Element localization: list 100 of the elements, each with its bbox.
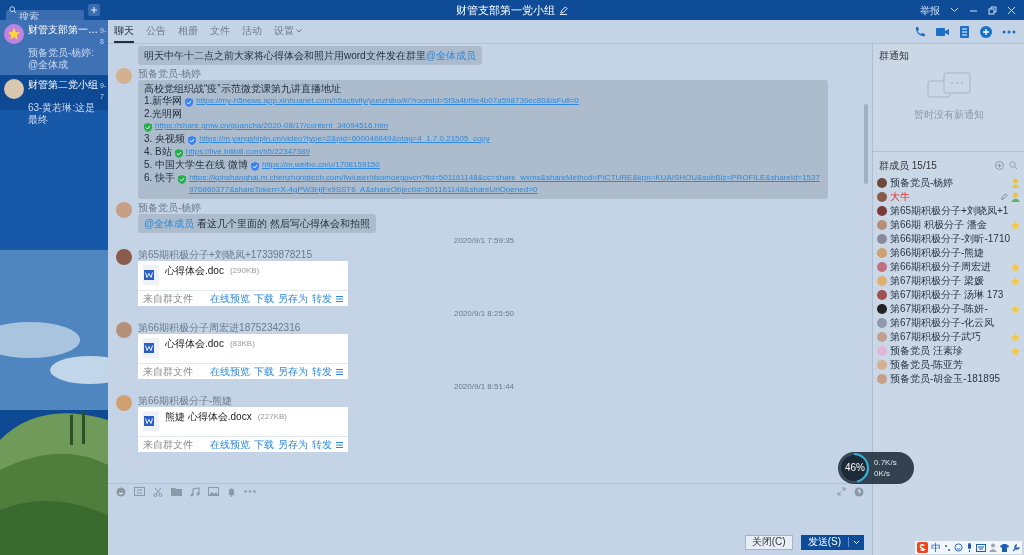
caret-icon[interactable] [853, 539, 860, 545]
member-item[interactable]: 第67期积极分子-陈妍- [877, 302, 1020, 316]
member-name: 第67期积极分子 汤琳 173 [890, 290, 1004, 300]
dropdown-icon[interactable] [950, 7, 959, 13]
file-action-link[interactable]: 另存为 [278, 291, 308, 306]
file-name: 心得体会.doc [165, 338, 224, 351]
plus-icon [90, 6, 98, 14]
member-item[interactable]: 预备党员-杨婷 [877, 176, 1020, 190]
image-icon[interactable] [208, 487, 219, 496]
person-icon[interactable] [989, 543, 997, 552]
scrollbar[interactable] [864, 104, 868, 184]
phone-icon[interactable] [914, 25, 926, 38]
expand-icon[interactable] [837, 487, 846, 496]
usage-ring [838, 452, 870, 484]
file-action-link[interactable]: 另存为 [278, 437, 308, 452]
menu-icon[interactable] [336, 441, 343, 448]
menu-icon[interactable] [336, 368, 343, 375]
keyboard-icon[interactable] [976, 543, 986, 552]
word-file-icon [143, 338, 159, 358]
file-action-link[interactable]: 转发 [312, 291, 332, 306]
member-item[interactable]: 第66期积极分子-刘昕-1710 [877, 232, 1020, 246]
file-name: 心得体会.doc [165, 265, 224, 278]
file-card[interactable]: 心得体会.doc (290KB) 来自群文件 在线预览 下载 另存为 转发 [138, 261, 348, 306]
member-name: 预备党员-胡金玉-181895 [890, 374, 1001, 384]
message-text: 6. 快手 [144, 172, 176, 184]
folder-icon[interactable] [171, 487, 182, 496]
member-item[interactable]: 第66期积极分子周宏进 [877, 260, 1020, 274]
tab[interactable]: 相册 [178, 20, 198, 43]
file-card[interactable]: 心得体会.doc (83KB) 来自群文件 在线预览 下载 另存为 转发 [138, 334, 348, 379]
search-icon[interactable] [1009, 161, 1018, 170]
music-icon[interactable] [190, 486, 200, 497]
owner-icon [1011, 178, 1020, 188]
file-card[interactable]: 熊婕 心得体会.docx (227KB) 来自群文件 在线预览 下载 另存为 转发 [138, 407, 348, 452]
member-item[interactable]: 预备党员-陈亚芳 [877, 358, 1020, 372]
close-button[interactable]: 关闭(C) [744, 534, 793, 550]
sender-name: 预备党员-杨婷 [138, 68, 203, 79]
punctuation-icon[interactable] [944, 543, 951, 552]
star-icon [1011, 304, 1020, 314]
sogou-icon[interactable] [917, 542, 928, 553]
timestamp: 2020/9/1 8:25:50 [452, 309, 516, 319]
video-call-icon[interactable] [936, 25, 949, 38]
member-item[interactable]: 预备党员 汪素珍 [877, 344, 1020, 358]
ime-mode[interactable]: 中 [931, 542, 941, 553]
file-action-link[interactable]: 下载 [254, 364, 274, 379]
tab[interactable]: 公告 [146, 20, 166, 43]
bell-icon[interactable] [227, 486, 236, 497]
conversation-preview: 预备党员-杨婷:@全体成 [28, 47, 96, 71]
plus-circle-icon[interactable] [980, 25, 992, 38]
member-name: 第66期积极分子-刘昕-1710 [890, 234, 1011, 244]
file-action-link[interactable]: 转发 [312, 437, 332, 452]
menu-icon[interactable] [336, 295, 343, 302]
tab[interactable]: 设置 [274, 20, 302, 43]
file-action-link[interactable]: 转发 [312, 364, 332, 379]
word-file-icon [143, 265, 159, 285]
member-item[interactable]: 第67期积极分子武巧 [877, 330, 1020, 344]
file-action-link[interactable]: 另存为 [278, 364, 308, 379]
restore-icon[interactable] [988, 5, 997, 15]
more-icon[interactable] [1002, 29, 1016, 34]
scissors-icon[interactable] [153, 486, 163, 497]
message-text: 看这几个里面的 然后写心得体会和拍照 [195, 218, 370, 229]
gif-icon[interactable] [134, 487, 145, 496]
member-item[interactable]: 第65期积极分子+刘晓凤+1 [877, 204, 1020, 218]
send-button[interactable]: 发送(S) [800, 534, 864, 550]
star-icon [1011, 220, 1020, 230]
member-item[interactable]: 第66期积极分子-熊婕 [877, 246, 1020, 260]
file-action-link[interactable]: 下载 [254, 291, 274, 306]
close-icon[interactable] [1007, 5, 1016, 15]
microphone-icon[interactable] [966, 543, 973, 552]
document-icon[interactable] [959, 25, 970, 38]
member-name: 第66期积极分子-熊婕 [890, 248, 985, 258]
tab[interactable]: 聊天 [114, 20, 134, 43]
notice-title: 群通知 [879, 49, 910, 63]
word-file-icon [143, 411, 159, 431]
message-text: 2.光明网 [144, 108, 184, 120]
download-speed: 0K/s [874, 468, 891, 479]
member-name: 预备党员-陈亚芳 [890, 360, 964, 370]
timestamp: 2020/9/1 8:51:44 [452, 382, 516, 392]
emoji-icon[interactable] [116, 486, 126, 497]
member-item[interactable]: 预备党员-胡金玉-181895 [877, 372, 1020, 386]
wrench-icon[interactable] [1012, 543, 1020, 552]
member-item[interactable]: 第67期积极分子 汤琳 173 [877, 288, 1020, 302]
star-icon [1011, 346, 1020, 356]
tab[interactable]: 文件 [210, 20, 230, 43]
member-name: 第66期积极分子周宏进 [890, 262, 992, 272]
shirt-icon[interactable] [1000, 543, 1009, 552]
member-item[interactable]: 第67期积极分子 梁媛 [877, 274, 1020, 288]
file-action-link[interactable]: 在线预览 [210, 437, 250, 452]
emoji-icon[interactable] [954, 543, 963, 552]
member-item[interactable]: 第67期积极分子-化云凤 [877, 316, 1020, 330]
clock-icon[interactable] [854, 486, 864, 497]
monitor-widget[interactable]: 46% 0.7K/s 0K/s [838, 452, 914, 484]
report-button[interactable]: 举报 [920, 2, 940, 18]
add-button[interactable] [88, 4, 100, 16]
add-member-icon[interactable] [995, 161, 1004, 170]
more-icon[interactable] [244, 490, 256, 493]
tab[interactable]: 活动 [242, 20, 262, 43]
file-action-link[interactable]: 下载 [254, 437, 274, 452]
member-item[interactable]: 第66期 积极分子 潘金 [877, 218, 1020, 232]
file-action-link[interactable]: 在线预览 [210, 291, 250, 306]
file-action-link[interactable]: 在线预览 [210, 364, 250, 379]
